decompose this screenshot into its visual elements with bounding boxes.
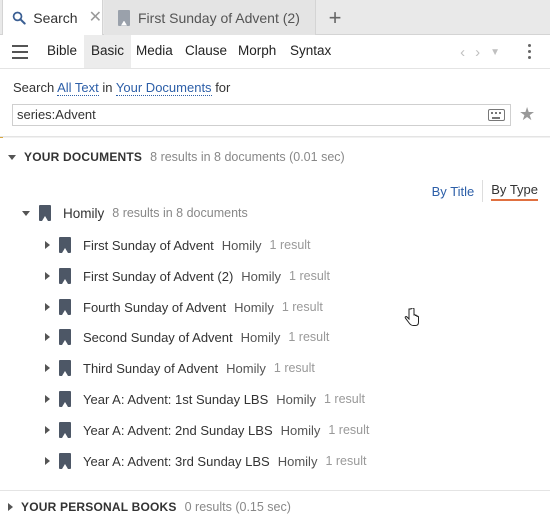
expand-caret-icon[interactable] bbox=[45, 426, 50, 434]
close-icon[interactable]: ✕ bbox=[89, 10, 102, 26]
result-item[interactable]: Fourth Sunday of Advent Homily 1 result bbox=[45, 296, 323, 318]
tab-morph[interactable]: Morph bbox=[238, 35, 276, 68]
result-count: 1 result bbox=[325, 454, 367, 468]
result-title[interactable]: Year A: Advent: 3rd Sunday LBS bbox=[83, 454, 270, 469]
result-title[interactable]: First Sunday of Advent bbox=[83, 238, 214, 253]
sort-by-title[interactable]: By Title bbox=[432, 184, 475, 199]
result-count: 1 result bbox=[269, 238, 311, 252]
result-item[interactable]: Year A: Advent: 2nd Sunday LBS Homily 1 … bbox=[45, 419, 369, 441]
tab-search[interactable]: Search ✕ bbox=[2, 0, 103, 36]
keyboard-icon[interactable] bbox=[488, 109, 505, 121]
search-toolbar: Bible Basic Media Clause Morph Syntax ‹ … bbox=[0, 35, 550, 69]
group-summary: 8 results in 8 documents bbox=[112, 206, 248, 220]
book-icon bbox=[59, 299, 71, 315]
book-icon bbox=[118, 9, 130, 26]
tab-document[interactable]: First Sunday of Advent (2) bbox=[104, 0, 316, 35]
sort-toggle: By Title By Type bbox=[432, 180, 538, 202]
result-item[interactable]: First Sunday of Advent (2) Homily 1 resu… bbox=[45, 265, 330, 287]
book-icon bbox=[59, 329, 71, 345]
hand-cursor-icon bbox=[404, 308, 419, 326]
expand-caret-icon[interactable] bbox=[45, 272, 50, 280]
section-summary: 0 results (0.15 sec) bbox=[184, 500, 291, 514]
scope-link[interactable]: All Text bbox=[57, 80, 99, 96]
result-count: 1 result bbox=[273, 361, 315, 375]
search-icon bbox=[12, 11, 26, 25]
search-panel: Search All Text in Your Documents for se… bbox=[0, 69, 550, 137]
hamburger-icon[interactable] bbox=[12, 45, 28, 59]
search-in: in bbox=[102, 80, 113, 95]
book-icon bbox=[59, 360, 71, 376]
expand-caret-icon[interactable] bbox=[45, 364, 50, 372]
expand-caret-icon[interactable] bbox=[45, 333, 50, 341]
result-type: Homily bbox=[241, 268, 282, 284]
result-type: Homily bbox=[277, 453, 318, 469]
result-count: 1 result bbox=[289, 269, 331, 283]
book-icon bbox=[59, 453, 71, 469]
divider bbox=[482, 180, 484, 202]
tab-media[interactable]: Media bbox=[136, 35, 173, 68]
result-count: 1 result bbox=[324, 392, 365, 406]
star-icon[interactable]: ★ bbox=[519, 104, 535, 125]
tab-basic[interactable]: Basic bbox=[84, 35, 132, 68]
section-title: YOUR DOCUMENTS bbox=[24, 150, 143, 164]
result-count: 1 result bbox=[328, 423, 370, 437]
result-title[interactable]: Year A: Advent: 1st Sunday LBS bbox=[83, 392, 268, 407]
result-count: 1 result bbox=[288, 330, 330, 344]
book-icon bbox=[59, 422, 71, 438]
result-type: Homily bbox=[280, 422, 321, 438]
expand-caret-icon[interactable] bbox=[45, 241, 50, 249]
result-title[interactable]: Year A: Advent: 2nd Sunday LBS bbox=[83, 423, 273, 438]
result-title[interactable]: Second Sunday of Advent bbox=[83, 330, 233, 345]
history-dropdown-icon[interactable]: ▼ bbox=[490, 47, 500, 61]
search-input[interactable]: series:Advent bbox=[12, 104, 511, 126]
section-summary: 8 results in 8 documents (0.01 sec) bbox=[150, 150, 345, 164]
more-options-icon[interactable] bbox=[528, 44, 532, 60]
group-label: Homily bbox=[63, 205, 105, 221]
tab-label: First Sunday of Advent (2) bbox=[138, 9, 300, 26]
expand-caret-icon[interactable] bbox=[45, 303, 50, 311]
search-prefix: Search bbox=[13, 80, 55, 95]
result-title[interactable]: Fourth Sunday of Advent bbox=[83, 300, 226, 315]
result-title[interactable]: First Sunday of Advent (2) bbox=[83, 269, 233, 284]
result-type: Homily bbox=[234, 299, 274, 315]
result-item[interactable]: Year A: Advent: 3rd Sunday LBS Homily 1 … bbox=[45, 450, 366, 472]
book-icon bbox=[59, 237, 71, 253]
add-tab-button[interactable]: + bbox=[318, 0, 352, 35]
section-title: YOUR PERSONAL BOOKS bbox=[21, 500, 177, 514]
tab-syntax[interactable]: Syntax bbox=[290, 35, 331, 68]
forward-arrow-icon[interactable]: › bbox=[475, 44, 480, 61]
result-count: 1 result bbox=[281, 300, 323, 314]
sort-by-type[interactable]: By Type bbox=[491, 182, 538, 201]
result-item[interactable]: Year A: Advent: 1st Sunday LBS Homily 1 … bbox=[45, 388, 365, 410]
results-panel: YOUR DOCUMENTS 8 results in 8 documents … bbox=[0, 138, 550, 522]
book-icon bbox=[59, 268, 71, 284]
result-item[interactable]: Third Sunday of Advent Homily 1 result bbox=[45, 357, 315, 379]
collapse-caret-icon[interactable] bbox=[22, 210, 30, 216]
result-type: Homily bbox=[276, 391, 316, 407]
tab-strip: Search ✕ First Sunday of Advent (2) + bbox=[0, 0, 550, 36]
result-title[interactable]: Third Sunday of Advent bbox=[83, 361, 218, 376]
result-item[interactable]: Second Sunday of Advent Homily 1 result bbox=[45, 326, 329, 348]
section-your-documents[interactable]: YOUR DOCUMENTS 8 results in 8 documents … bbox=[8, 146, 345, 168]
expand-caret-icon[interactable] bbox=[45, 457, 50, 465]
result-type: Homily bbox=[226, 360, 266, 376]
divider bbox=[0, 490, 550, 491]
source-link[interactable]: Your Documents bbox=[115, 80, 212, 96]
back-arrow-icon[interactable]: ‹ bbox=[460, 44, 465, 61]
book-icon bbox=[59, 391, 71, 407]
group-homily[interactable]: Homily 8 results in 8 documents bbox=[22, 205, 248, 221]
tab-clause[interactable]: Clause bbox=[185, 35, 227, 68]
book-icon bbox=[39, 205, 51, 221]
collapse-caret-icon[interactable] bbox=[8, 154, 16, 160]
tab-label: Search bbox=[33, 10, 78, 26]
expand-caret-icon[interactable] bbox=[8, 503, 13, 511]
search-scope-line: Search All Text in Your Documents for bbox=[13, 80, 231, 96]
section-your-personal-books[interactable]: YOUR PERSONAL BOOKS 0 results (0.15 sec) bbox=[8, 496, 291, 518]
expand-caret-icon[interactable] bbox=[45, 395, 50, 403]
search-suffix: for bbox=[215, 80, 231, 95]
tab-bible[interactable]: Bible bbox=[47, 35, 77, 68]
result-item[interactable]: First Sunday of Advent Homily 1 result bbox=[45, 234, 311, 256]
result-type: Homily bbox=[221, 237, 262, 253]
result-type: Homily bbox=[240, 329, 281, 345]
